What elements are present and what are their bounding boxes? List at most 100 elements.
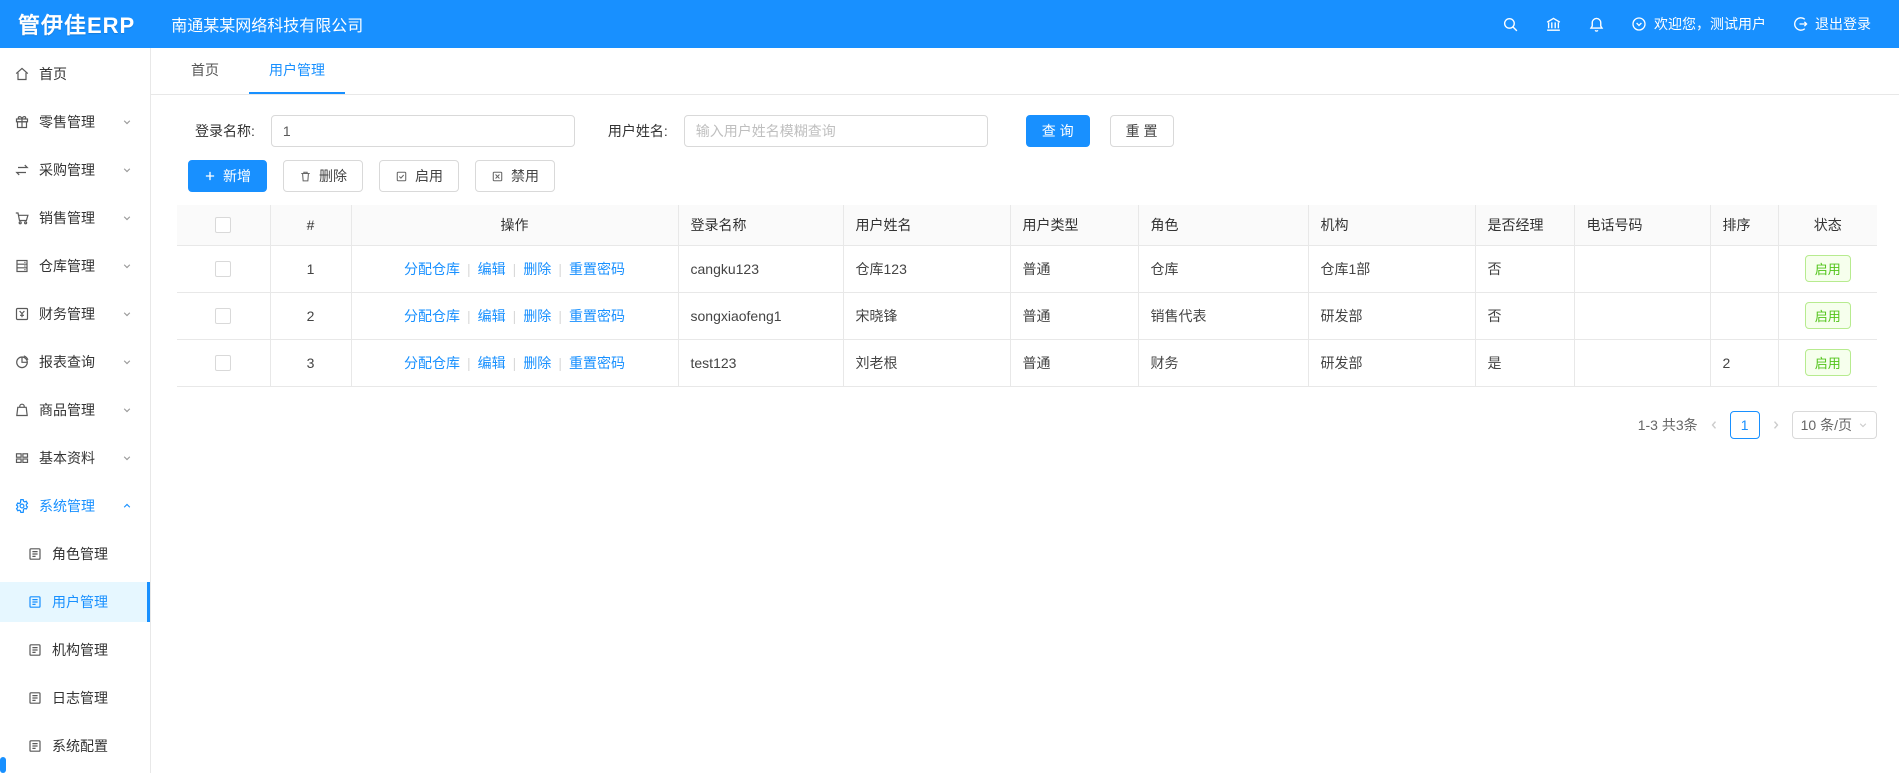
- prev-page-icon[interactable]: [1708, 419, 1720, 431]
- sidebar-scrollbar-thumb[interactable]: [0, 757, 6, 773]
- sidebar-item-user-mgmt[interactable]: 用户管理: [0, 582, 150, 622]
- reset-button[interactable]: 重 置: [1109, 115, 1174, 147]
- gift-icon: [14, 114, 30, 130]
- sidebar-item-goods[interactable]: 商品管理: [0, 390, 150, 430]
- cell-manager: 是: [1475, 339, 1575, 387]
- bag-icon: [14, 402, 30, 418]
- sidebar-item-retail[interactable]: 零售管理: [0, 102, 150, 142]
- tab-home[interactable]: 首页: [171, 48, 239, 94]
- sidebar-item-purchase[interactable]: 采购管理: [0, 150, 150, 190]
- add-button[interactable]: 新增: [188, 160, 267, 192]
- cell-sort: [1710, 292, 1779, 340]
- col-manager: 是否经理: [1475, 205, 1575, 246]
- delete-link[interactable]: 删除: [523, 261, 551, 277]
- chevron-down-icon: [122, 309, 132, 319]
- x-square-icon: [491, 170, 504, 183]
- sidebar-item-org-mgmt[interactable]: 机构管理: [0, 630, 150, 670]
- delete-button[interactable]: 删除: [283, 160, 363, 192]
- edit-link[interactable]: 编辑: [478, 355, 506, 371]
- sidebar-item-warehouse[interactable]: 仓库管理: [0, 246, 150, 286]
- table-row: 2 分配仓库 | 编辑 | 删除 | 重置密码 songxiaofeng1 宋晓锋 普通 销…: [177, 292, 1877, 340]
- welcome-text: 欢迎您，测试用户: [1654, 16, 1766, 32]
- logout-icon: [1792, 16, 1808, 32]
- sidebar-item-basic-data[interactable]: 基本资料: [0, 438, 150, 478]
- login-name-input[interactable]: [270, 115, 575, 147]
- sidebar-item-finance[interactable]: 财务管理: [0, 294, 150, 334]
- sidebar-item-system-config[interactable]: 系统配置: [0, 726, 150, 766]
- disable-button[interactable]: 禁用: [475, 160, 555, 192]
- page-size-select[interactable]: 10 条/页: [1791, 410, 1877, 439]
- sidebar: 首页 零售管理 采购管理 销售管理 仓库管理 财务管理 报表查询 商品管理 基本…: [0, 48, 151, 773]
- sidebar-item-home[interactable]: 首页: [0, 54, 150, 94]
- table-row: 1 分配仓库 | 编辑 | 删除 | 重置密码 cangku123 仓库123 普通 仓库 …: [177, 245, 1877, 293]
- user-name-label: 用户姓名:: [607, 123, 668, 139]
- col-role: 角色: [1138, 205, 1309, 246]
- user-menu[interactable]: 欢迎您，测试用户: [1631, 14, 1766, 34]
- cell-sort: 2: [1710, 339, 1779, 387]
- cart-icon: [14, 210, 30, 226]
- cell-name: 仓库123: [843, 245, 1011, 293]
- user-name-input[interactable]: [683, 115, 988, 147]
- bell-icon[interactable]: [1588, 16, 1605, 33]
- tab-user-mgmt[interactable]: 用户管理: [249, 48, 345, 94]
- delete-link[interactable]: 删除: [523, 355, 551, 371]
- document-icon: [27, 642, 43, 658]
- col-index: #: [270, 205, 352, 246]
- document-icon: [27, 690, 43, 706]
- cell-index: 2: [270, 292, 352, 340]
- col-org: 机构: [1308, 205, 1476, 246]
- assign-warehouse-link[interactable]: 分配仓库: [404, 355, 460, 371]
- chevron-down-icon: [122, 261, 132, 271]
- chevron-down-icon: [122, 213, 132, 223]
- sidebar-item-reports[interactable]: 报表查询: [0, 342, 150, 382]
- logout-label: 退出登录: [1815, 16, 1871, 32]
- company-name: 南通某某网络科技有限公司: [171, 18, 364, 35]
- reset-password-link[interactable]: 重置密码: [569, 355, 625, 371]
- document-icon: [27, 738, 43, 754]
- sidebar-item-sales[interactable]: 销售管理: [0, 198, 150, 238]
- chevron-down-icon: [122, 165, 132, 175]
- status-badge: 启用: [1804, 302, 1851, 329]
- col-status: 状态: [1778, 205, 1877, 246]
- search-icon[interactable]: [1502, 16, 1519, 33]
- cell-org: 研发部: [1308, 339, 1476, 387]
- row-checkbox[interactable]: [215, 261, 232, 278]
- reset-password-link[interactable]: 重置密码: [569, 308, 625, 324]
- search-form: 登录名称: 用户姓名: 查 询 重 置: [195, 115, 1899, 147]
- edit-link[interactable]: 编辑: [478, 261, 506, 277]
- assign-warehouse-link[interactable]: 分配仓库: [404, 308, 460, 324]
- cell-login: songxiaofeng1: [678, 292, 844, 340]
- logout-button[interactable]: 退出登录: [1792, 14, 1871, 34]
- edit-link[interactable]: 编辑: [478, 308, 506, 324]
- chevron-down-icon: [122, 453, 132, 463]
- cell-index: 1: [270, 245, 352, 293]
- enable-button[interactable]: 启用: [379, 160, 459, 192]
- check-square-icon: [395, 170, 408, 183]
- row-checkbox[interactable]: [215, 355, 232, 372]
- app-logo[interactable]: 管伊佳ERP: [18, 8, 135, 40]
- search-button[interactable]: 查 询: [1025, 115, 1090, 147]
- sidebar-item-system[interactable]: 系统管理: [0, 486, 150, 526]
- assign-warehouse-link[interactable]: 分配仓库: [404, 261, 460, 277]
- cell-type: 普通: [1010, 292, 1139, 340]
- bank-icon[interactable]: [1545, 16, 1562, 33]
- sidebar-item-log-mgmt[interactable]: 日志管理: [0, 678, 150, 718]
- cell-phone: [1574, 292, 1711, 340]
- cell-phone: [1574, 339, 1711, 387]
- row-checkbox[interactable]: [215, 308, 232, 325]
- pagination-total: 1-3 共3条: [1637, 416, 1698, 433]
- document-icon: [27, 594, 43, 610]
- select-all-checkbox[interactable]: [215, 217, 232, 234]
- main-content: 首页 用户管理 登录名称: 用户姓名: 查 询 重 置 新增 删除 启用 禁用: [151, 48, 1899, 773]
- cell-type: 普通: [1010, 339, 1139, 387]
- delete-link[interactable]: 删除: [523, 308, 551, 324]
- next-page-icon[interactable]: [1770, 419, 1782, 431]
- reset-password-link[interactable]: 重置密码: [569, 261, 625, 277]
- header-actions: 欢迎您，测试用户 退出登录: [1502, 14, 1899, 34]
- pie-chart-icon: [14, 354, 30, 370]
- cell-name: 刘老根: [843, 339, 1011, 387]
- page-number-button[interactable]: 1: [1729, 410, 1760, 439]
- trash-icon: [299, 170, 312, 183]
- tab-bar: 首页 用户管理: [151, 48, 1899, 95]
- sidebar-item-role-mgmt[interactable]: 角色管理: [0, 534, 150, 574]
